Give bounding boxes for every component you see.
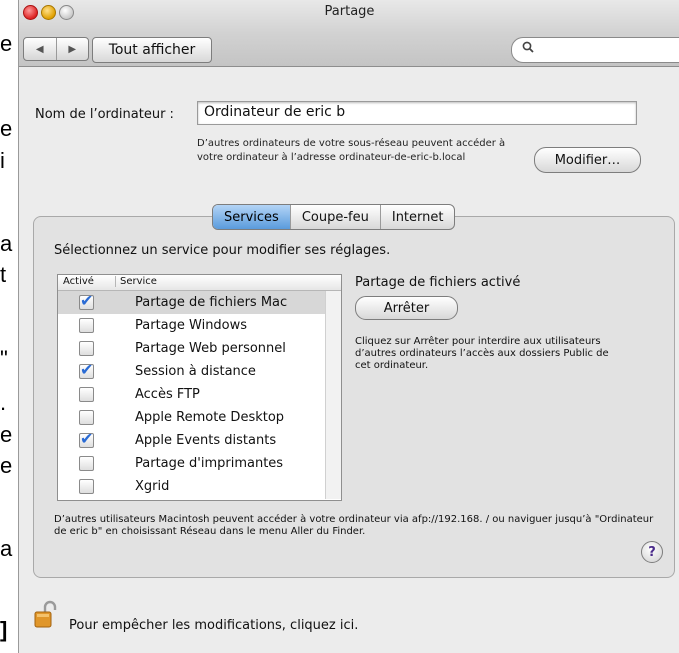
background-glyph: e xyxy=(0,116,13,141)
table-row[interactable]: ✔ Apple Events distants xyxy=(58,429,341,452)
background-glyph: e xyxy=(0,453,13,478)
back-forward-control: ◀ ▶ xyxy=(23,37,89,61)
afp-address-note: D’autres utilisateurs Macintosh peuvent … xyxy=(54,514,654,537)
service-name: Apple Events distants xyxy=(135,433,277,448)
background-glyph: " xyxy=(0,346,8,371)
background-glyph: i xyxy=(0,148,5,173)
computer-name-field[interactable]: Ordinateur de eric b xyxy=(197,101,637,125)
table-row[interactable]: ✔ Xgrid xyxy=(58,475,341,498)
service-name: Partage d'imprimantes xyxy=(135,456,284,471)
service-name: Partage Windows xyxy=(135,318,248,333)
service-checkbox[interactable]: ✔ xyxy=(79,479,94,494)
table-scrollbar[interactable] xyxy=(325,291,341,499)
service-checkbox[interactable]: ✔ xyxy=(79,341,94,356)
services-hint: Sélectionnez un service pour modifier se… xyxy=(54,243,391,258)
checkmark-icon: ✔ xyxy=(80,429,94,448)
table-header: Activé Service xyxy=(58,275,341,291)
show-all-button[interactable]: Tout afficher xyxy=(92,37,212,63)
service-status-title: Partage de fichiers activé xyxy=(355,275,521,290)
search-icon xyxy=(522,41,534,57)
computer-name-label: Nom de l’ordinateur : xyxy=(35,107,174,122)
background-glyph: . xyxy=(0,390,7,415)
background-glyph: e xyxy=(0,422,13,447)
service-checkbox[interactable]: ✔ xyxy=(79,456,94,471)
tab-firewall[interactable]: Coupe-feu xyxy=(289,205,380,229)
service-name: Partage de fichiers Mac xyxy=(135,295,288,310)
forward-arrow-icon[interactable]: ▶ xyxy=(55,38,89,60)
table-row[interactable]: ✔ Session à distance xyxy=(58,360,341,383)
table-row[interactable]: ✔ Partage Windows xyxy=(58,314,341,337)
service-name: Session à distance xyxy=(135,364,256,379)
window-title: Partage xyxy=(324,4,375,19)
service-checkbox[interactable]: ✔ xyxy=(79,387,94,402)
sharing-window: Partage ◀ ▶ Tout afficher Nom de l’ordin… xyxy=(18,0,679,653)
column-header-active[interactable]: Activé xyxy=(63,276,94,287)
lock-message[interactable]: Pour empêcher les modifications, cliquez… xyxy=(69,618,358,633)
service-checkbox[interactable]: ✔ xyxy=(79,410,94,425)
services-table: Activé Service ✔Partage de fichiers Mac✔… xyxy=(57,274,342,501)
service-checkbox[interactable]: ✔ xyxy=(79,291,94,310)
service-checkbox[interactable]: ✔ xyxy=(79,318,94,333)
service-status-description: Cliquez sur Arrêter pour interdire aux u… xyxy=(355,336,609,371)
table-row[interactable]: ✔ Partage de fichiers Mac xyxy=(58,291,341,314)
service-checkbox[interactable]: ✔ xyxy=(79,429,94,448)
tab-bar: Services Coupe-feu Internet xyxy=(212,204,456,230)
table-row[interactable]: ✔ Partage Web personnel xyxy=(58,337,341,360)
background-glyph: t xyxy=(0,262,7,287)
stop-button[interactable]: Arrêter xyxy=(355,296,458,320)
background-glyph: a xyxy=(0,231,13,256)
computer-name-note: D’autres ordinateurs de votre sous-résea… xyxy=(197,138,506,163)
lock-icon[interactable] xyxy=(33,600,59,630)
column-header-service[interactable]: Service xyxy=(115,276,157,287)
service-name: Xgrid xyxy=(135,479,170,494)
service-name: Partage Web personnel xyxy=(135,341,286,356)
service-name: Accès FTP xyxy=(135,387,200,402)
help-button[interactable]: ? xyxy=(641,541,663,563)
tab-services[interactable]: Services xyxy=(213,205,290,229)
title-bar: Partage ◀ ▶ Tout afficher xyxy=(19,0,679,67)
table-row[interactable]: ✔ Partage d'imprimantes xyxy=(58,452,341,475)
background-glyph: ] xyxy=(0,617,8,642)
modify-button[interactable]: Modifier… xyxy=(534,147,641,173)
table-row[interactable]: ✔ Accès FTP xyxy=(58,383,341,406)
background-glyph: e xyxy=(0,31,13,56)
checkmark-icon: ✔ xyxy=(80,360,94,379)
checkmark-icon: ✔ xyxy=(80,291,94,310)
back-arrow-icon[interactable]: ◀ xyxy=(24,38,56,60)
tab-internet[interactable]: Internet xyxy=(379,205,455,229)
table-row[interactable]: ✔ Apple Remote Desktop xyxy=(58,406,341,429)
search-field[interactable] xyxy=(511,37,679,63)
background-glyph: a xyxy=(0,536,13,561)
service-checkbox[interactable]: ✔ xyxy=(79,360,94,379)
service-name: Apple Remote Desktop xyxy=(135,410,285,425)
